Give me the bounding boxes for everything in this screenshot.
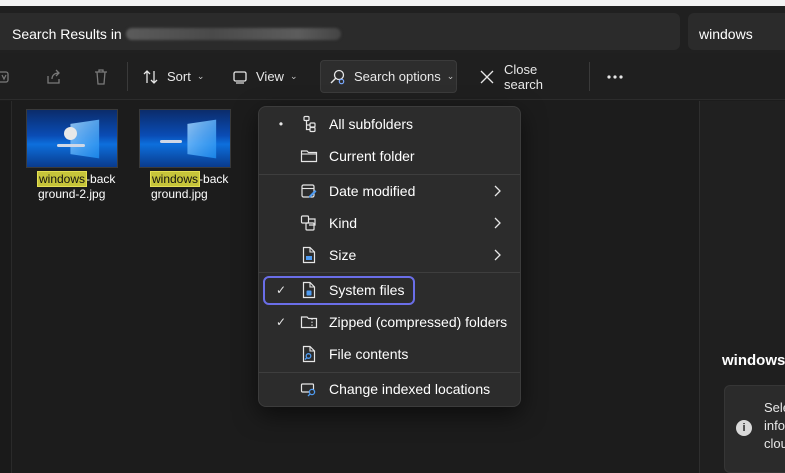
search-options-button[interactable]: Search options ⌄ [320, 60, 457, 93]
share-icon [47, 69, 60, 84]
chevron-right-icon [494, 249, 501, 261]
search-options-label: Search options [354, 69, 441, 84]
menu-item-label: Change indexed locations [329, 381, 491, 397]
file-search-icon [302, 345, 316, 363]
view-button[interactable]: View ⌄ [232, 60, 304, 93]
delete-button[interactable] [91, 60, 111, 93]
details-pane: windows i Sele info clou [699, 101, 785, 473]
details-title: windows [722, 352, 785, 369]
close-icon [480, 70, 494, 83]
selected-bullet-icon: • [278, 117, 284, 131]
title-bar: Search Results in windows [0, 0, 785, 53]
sort-icon [143, 69, 158, 84]
more-options-button[interactable] [602, 60, 628, 93]
file-item[interactable]: windows-background-2.jpg [26, 109, 118, 202]
menu-item-label: Current folder [329, 148, 415, 164]
file-size-icon [302, 246, 316, 264]
menu-item-change-indexed-locations[interactable]: Change indexed locations [259, 374, 520, 404]
toolbar-divider [589, 62, 590, 91]
address-bar[interactable]: Search Results in [0, 13, 680, 50]
menu-item-system-files[interactable]: ✓ System files [259, 275, 520, 305]
search-highlight: windows [149, 171, 201, 187]
view-icon [233, 70, 247, 84]
checkmark-icon: ✓ [275, 283, 287, 297]
menu-item-label: Size [329, 247, 357, 263]
more-icon [607, 74, 623, 79]
info-card-text: Sele info clou [764, 400, 785, 451]
chevron-down-icon: ⌄ [289, 71, 298, 81]
info-icon: i [736, 420, 752, 436]
command-bar: Sort ⌄ View ⌄ Search options ⌄ Close sea… [0, 53, 785, 100]
subfolder-tree-icon [303, 115, 316, 133]
menu-item-size[interactable]: Size [259, 240, 520, 270]
menu-item-label: Date modified [329, 183, 416, 199]
info-card: i Sele info clou [724, 385, 785, 473]
menu-item-label: Zipped (compressed) folders [329, 314, 508, 330]
sort-button[interactable]: Sort ⌄ [142, 60, 214, 93]
chevron-down-icon: ⌄ [196, 71, 205, 81]
menu-item-all-subfolders[interactable]: • All subfolders [259, 109, 520, 139]
rename-button[interactable] [0, 60, 14, 93]
view-label: View [256, 69, 284, 84]
share-button[interactable] [43, 60, 65, 93]
chevron-down-icon: ⌄ [446, 71, 455, 81]
chevron-right-icon [494, 185, 501, 197]
menu-item-label: Kind [329, 215, 358, 231]
kind-shapes-icon [300, 215, 316, 231]
menu-item-label: All subfolders [329, 116, 414, 132]
menu-divider [259, 174, 520, 175]
search-settings-icon [330, 69, 345, 84]
trash-icon [95, 68, 107, 85]
menu-item-current-folder[interactable]: Current folder [259, 141, 520, 171]
menu-divider [259, 272, 520, 273]
menu-item-zipped-folders[interactable]: ✓ Zipped (compressed) folders [259, 307, 520, 337]
menu-item-label: System files [329, 282, 405, 298]
preview-area [700, 101, 785, 320]
image-thumbnail [26, 109, 118, 168]
calendar-edit-icon [301, 184, 317, 198]
rename-icon [0, 70, 9, 83]
close-search-label: Close search [504, 61, 544, 92]
index-search-icon [300, 383, 316, 397]
toolbar-divider [127, 62, 128, 91]
zip-folder-icon [300, 316, 318, 329]
file-name: windows-background.jpg [149, 171, 229, 201]
checkmark-icon: ✓ [275, 315, 287, 329]
menu-divider [259, 372, 520, 373]
chevron-right-icon [494, 217, 501, 229]
menu-item-date-modified[interactable]: Date modified [259, 176, 520, 206]
search-highlight: windows [36, 171, 88, 187]
redacted-path [125, 28, 341, 40]
navigation-pane-edge [0, 101, 12, 473]
menu-item-label: File contents [329, 346, 409, 362]
system-file-icon [302, 281, 316, 299]
folder-icon [300, 150, 318, 163]
file-name: windows-background-2.jpg [36, 171, 116, 201]
address-prefix: Search Results in [12, 26, 122, 42]
search-input[interactable]: windows [688, 13, 785, 50]
image-thumbnail [139, 109, 231, 168]
search-options-menu: • All subfolders Current folder Date mod… [258, 106, 521, 407]
menu-item-kind[interactable]: Kind [259, 208, 520, 238]
menu-item-file-contents[interactable]: File contents [259, 339, 520, 369]
close-search-button[interactable]: Close search [478, 60, 578, 93]
file-item[interactable]: windows-background.jpg [139, 109, 231, 202]
sort-label: Sort [167, 69, 191, 84]
